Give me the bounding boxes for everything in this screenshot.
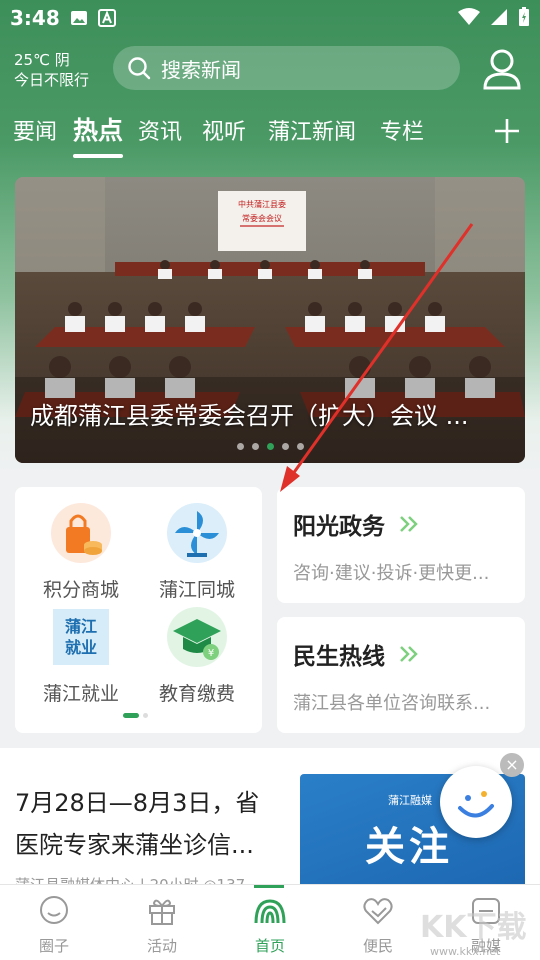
service-grid: 积分商城 蒲江同城 蒲江 就业 蒲江就业 ¥ 教育缴费 [15,487,262,733]
double-chevron-right-icon [400,516,418,532]
banner-dot-active [267,443,274,450]
search-placeholder: 搜索新闻 [161,57,241,82]
grid-pagination [123,713,148,718]
banner-dot [282,443,289,450]
card-subtitle: 蒲江县各单位咨询联系... [293,693,491,714]
service-education-payment[interactable]: ¥ 教育缴费 [137,607,257,706]
sunshine-government-card[interactable]: 阳光政务 咨询·建议·投诉·更快更... [277,487,525,603]
shopping-bag-icon [51,503,111,563]
banner-dot [237,443,244,450]
weather-temp: 25℃ 阴 [14,51,70,69]
card-title: 阳光政务 [293,514,385,540]
banner-pagination [237,443,304,450]
nav-label: 活动 [146,937,177,955]
wifi-icon [458,8,480,25]
channel-tabs: 要闻 热点 资讯 视听 蒲江新闻 专栏 [0,114,540,164]
svg-text:¥: ¥ [208,648,214,659]
double-chevron-right-icon [400,646,418,662]
banner-dot [297,443,304,450]
home-logo-icon [254,899,286,924]
nav-circle[interactable]: 圈子 [14,895,94,956]
news-title: 7月28日—8月3日，省医院专家来蒲坐诊信... [15,789,260,859]
weather-widget[interactable]: 25℃ 阴 今日不限行 [14,50,89,90]
watermark-url: www.kkx.net [430,945,501,958]
card-subtitle: 咨询·建议·投诉·更快更... [293,563,490,584]
thumbnail-brand: 蒲江融媒 [388,794,432,807]
status-bar: 3:48 [0,0,540,36]
traffic-restriction: 今日不限行 [14,71,90,89]
tab-pujiang-news[interactable]: 蒲江新闻 [268,114,356,146]
graduation-cap-icon: ¥ [167,607,227,667]
gift-icon [149,899,175,925]
svg-text:就业: 就业 [65,638,97,657]
public-hotline-card[interactable]: 民生热线 蒲江县各单位咨询联系... [277,617,525,733]
tab-yaowen[interactable]: 要闻 [13,114,57,146]
signal-icon [491,9,507,25]
svg-text:蒲江: 蒲江 [65,617,97,636]
banner-title: 成都蒲江县委常委会召开（扩大）会议 ... [30,402,469,430]
search-icon [128,57,151,80]
nav-activity[interactable]: 活动 [122,895,202,956]
nav-label: 便民 [362,937,393,955]
screen-subtitle: 常委会会议 [242,213,282,223]
active-tab-indicator [73,154,123,158]
news-banner[interactable]: 中共蒲江县委 常委会会议 成都蒲江县委常委会召开（扩大）会议 ... [15,177,525,463]
font-notification-icon [98,9,116,27]
nav-home[interactable]: 首页 [230,895,310,956]
battery-icon [519,7,529,26]
tab-shiting[interactable]: 视听 [202,114,246,146]
screen-title: 中共蒲江县委 [238,199,286,209]
nav-active-indicator [254,885,284,888]
nav-label: 圈子 [38,937,69,955]
windmill-icon [167,503,227,563]
user-profile-icon[interactable] [482,48,522,90]
service-points-mall[interactable]: 积分商城 [21,503,141,602]
service-label: 蒲江同城 [158,579,235,601]
chat-bubble-icon [40,896,68,924]
smiley-icon [458,791,494,818]
nav-label: 首页 [254,937,285,955]
service-label: 积分商城 [42,579,119,601]
watermark: KK下载 [420,910,527,945]
status-time: 3:48 [10,6,60,30]
floating-assistant-button[interactable] [440,766,512,838]
heart-hand-icon [363,898,393,925]
tab-redian[interactable]: 热点 [73,111,123,147]
banner-dot [252,443,259,450]
tab-zhuanlan[interactable]: 专栏 [380,114,424,146]
service-pujiang-employment[interactable]: 蒲江 就业 蒲江就业 [21,607,141,706]
service-label: 教育缴费 [158,683,235,705]
add-channel-icon[interactable] [494,116,520,146]
card-title: 民生热线 [293,644,385,670]
service-pujiang-city[interactable]: 蒲江同城 [137,503,257,602]
image-notification-icon [71,11,87,25]
search-input[interactable]: 搜索新闻 [113,46,460,90]
employment-icon: 蒲江就业 [53,609,109,665]
nav-convenience[interactable]: 便民 [338,895,418,956]
service-label: 蒲江就业 [42,683,119,705]
tab-zixun[interactable]: 资讯 [138,114,182,146]
